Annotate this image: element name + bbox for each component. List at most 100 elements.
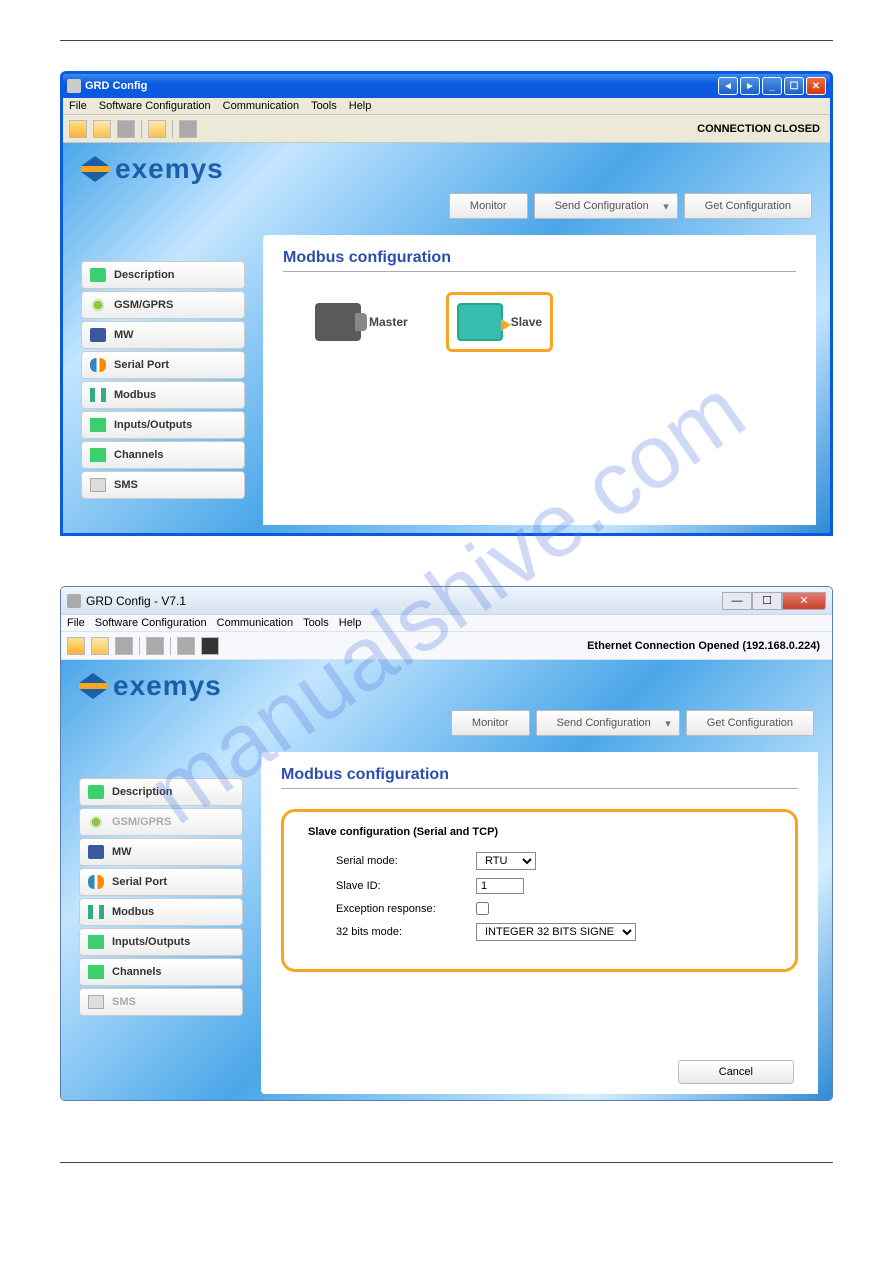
sidebar-item-description[interactable]: Description (81, 261, 245, 289)
mw-icon (90, 328, 106, 342)
monitor-button[interactable]: Monitor (449, 193, 528, 219)
toolbar: Ethernet Connection Opened (192.168.0.22… (61, 632, 832, 660)
sidebar-item-channels[interactable]: Channels (79, 958, 243, 986)
signal-icon (90, 298, 106, 312)
tool2-icon[interactable] (177, 637, 195, 655)
main-panel: Modbus configuration Slave configuration… (261, 752, 818, 1094)
xp-titlebar[interactable]: GRD Config ◄ ► _ ☐ ✕ (63, 74, 830, 98)
cancel-button[interactable]: Cancel (678, 1060, 794, 1084)
minimize-button[interactable]: ― (722, 592, 752, 610)
sms-icon (88, 995, 104, 1009)
description-icon (90, 268, 106, 282)
window-title: GRD Config - V7.1 (86, 594, 722, 608)
get-configuration-button[interactable]: Get Configuration (686, 710, 814, 736)
modbus-slave-option[interactable]: Slave (446, 292, 553, 352)
serial-mode-select[interactable]: RTU (476, 852, 536, 870)
nav-right-icon[interactable]: ► (740, 77, 760, 95)
sidebar-item-sms[interactable]: SMS (81, 471, 245, 499)
logo: exemys (79, 670, 222, 702)
menu-software-config[interactable]: Software Configuration (99, 100, 211, 112)
sidebar-item-mw[interactable]: MW (79, 838, 243, 866)
sidebar-item-channels[interactable]: Channels (81, 441, 245, 469)
menubar: File Software Configuration Communicatio… (61, 615, 832, 632)
sidebar-item-modbus[interactable]: Modbus (79, 898, 243, 926)
slave-id-label: Slave ID: (336, 880, 466, 892)
menu-help[interactable]: Help (339, 617, 362, 629)
exception-label: Exception response: (336, 903, 466, 915)
top-buttons: Monitor Send Configuration Get Configura… (451, 710, 814, 736)
master-device-icon (315, 303, 361, 341)
slave-id-input[interactable] (476, 878, 524, 894)
slave-config-form: Slave configuration (Serial and TCP) Ser… (281, 809, 798, 972)
save-icon[interactable] (115, 637, 133, 655)
open-icon[interactable] (91, 637, 109, 655)
panel-heading: Modbus configuration (283, 249, 796, 272)
sidebar-item-serialport[interactable]: Serial Port (79, 868, 243, 896)
separator (172, 120, 173, 138)
save-icon[interactable] (117, 120, 135, 138)
sidebar-item-gsmgprs[interactable]: GSM/GPRS (79, 808, 243, 836)
window-controls: ― ☐ ✕ (722, 592, 826, 610)
logo-text: exemys (115, 153, 224, 185)
toolbar: CONNECTION CLOSED (63, 115, 830, 143)
open-icon[interactable] (93, 120, 111, 138)
modbus-master-option[interactable]: Master (307, 295, 416, 349)
menu-communication[interactable]: Communication (223, 100, 299, 112)
send-configuration-button[interactable]: Send Configuration (534, 193, 678, 219)
menu-tools[interactable]: Tools (311, 100, 337, 112)
main-panel: Modbus configuration Master Slave (263, 235, 816, 525)
menu-help[interactable]: Help (349, 100, 372, 112)
menu-file[interactable]: File (67, 617, 85, 629)
serial-mode-label: Serial mode: (336, 855, 466, 867)
logo: exemys (81, 153, 224, 185)
menu-file[interactable]: File (69, 100, 87, 112)
terminal-icon[interactable] (201, 637, 219, 655)
sidebar-item-description[interactable]: Description (79, 778, 243, 806)
bottom-rule (60, 1162, 833, 1163)
send-configuration-button[interactable]: Send Configuration (536, 710, 680, 736)
menu-communication[interactable]: Communication (217, 617, 293, 629)
sidebar-item-inputsoutputs[interactable]: Inputs/Outputs (79, 928, 243, 956)
exemys-logo-icon (81, 156, 109, 182)
monitor-button[interactable]: Monitor (451, 710, 530, 736)
bits32-label: 32 bits mode: (336, 926, 466, 938)
close-button[interactable]: ✕ (806, 77, 826, 95)
exemys-logo-icon (79, 673, 107, 699)
channels-icon (90, 448, 106, 462)
tool-icon[interactable] (179, 120, 197, 138)
sidebar-item-serialport[interactable]: Serial Port (81, 351, 245, 379)
nav-left-icon[interactable]: ◄ (718, 77, 738, 95)
mw-icon (88, 845, 104, 859)
top-rule (60, 40, 833, 41)
top-buttons: Monitor Send Configuration Get Configura… (449, 193, 812, 219)
sidebar-item-mw[interactable]: MW (81, 321, 245, 349)
window-title: GRD Config (85, 80, 718, 92)
new-icon[interactable] (69, 120, 87, 138)
content: exemys Monitor Send Configuration Get Co… (63, 143, 830, 533)
new-icon[interactable] (67, 637, 85, 655)
window-controls: ◄ ► _ ☐ ✕ (718, 77, 826, 95)
sidebar-item-inputsoutputs[interactable]: Inputs/Outputs (81, 411, 245, 439)
signal-icon (88, 815, 104, 829)
sidebar-item-modbus[interactable]: Modbus (81, 381, 245, 409)
sms-icon (90, 478, 106, 492)
connect-icon[interactable] (148, 120, 166, 138)
maximize-button[interactable]: ☐ (784, 77, 804, 95)
bits32-select[interactable]: INTEGER 32 BITS SIGNED (476, 923, 636, 941)
tool-icon[interactable] (146, 637, 164, 655)
channels-icon (88, 965, 104, 979)
sidebar-item-sms[interactable]: SMS (79, 988, 243, 1016)
maximize-button[interactable]: ☐ (752, 592, 782, 610)
sidebar-item-gsmgprs[interactable]: GSM/GPRS (81, 291, 245, 319)
w7-titlebar[interactable]: GRD Config - V7.1 ― ☐ ✕ (61, 587, 832, 615)
form-title: Slave configuration (Serial and TCP) (308, 826, 771, 838)
serialport-icon (90, 358, 106, 372)
panel-heading: Modbus configuration (281, 766, 798, 789)
get-configuration-button[interactable]: Get Configuration (684, 193, 812, 219)
io-icon (90, 418, 106, 432)
exception-checkbox[interactable] (476, 902, 489, 915)
minimize-button[interactable]: _ (762, 77, 782, 95)
menu-tools[interactable]: Tools (303, 617, 329, 629)
close-button[interactable]: ✕ (782, 592, 826, 610)
menu-software-config[interactable]: Software Configuration (95, 617, 207, 629)
